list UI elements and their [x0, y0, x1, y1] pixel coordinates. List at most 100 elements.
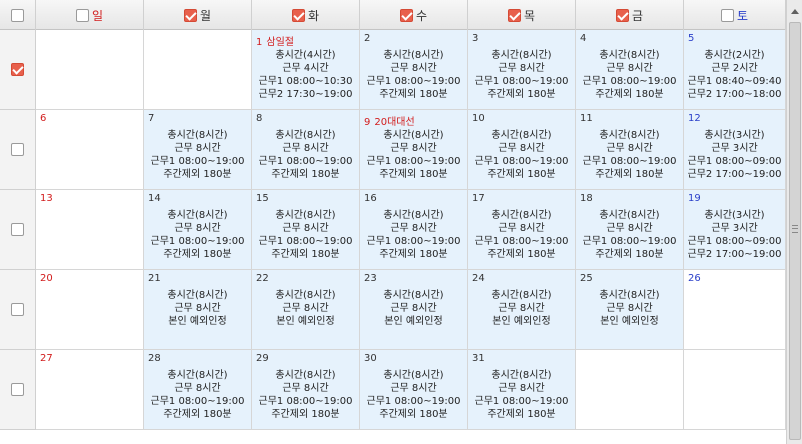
day-cell[interactable]: 9 20대대선 총시간(8시간) 근무 8시간 근무1 08:00~19:00 주간제외 … — [360, 110, 468, 190]
schedule-details: 총시간(8시간) 근무 8시간 본인 예외인정 — [468, 289, 575, 328]
day-number: 12 — [688, 113, 701, 124]
day-header: 18 — [580, 193, 593, 204]
week-row-checkbox[interactable] — [11, 223, 24, 236]
weekday-checkbox[interactable] — [75, 8, 89, 22]
weekday-header-6: 토 — [684, 0, 786, 30]
scroll-up-arrow-icon[interactable] — [788, 1, 802, 21]
day-cell[interactable]: 23 총시간(8시간) 근무 8시간 본인 예외인정 — [360, 270, 468, 350]
day-cell[interactable]: 5 총시간(2시간) 근무 2시간 근무1 08:40~09:40 근무2 17:00~… — [684, 30, 786, 110]
weekday-header-1: 월 — [144, 0, 252, 30]
day-number: 5 — [688, 33, 695, 44]
weekday-checkbox[interactable] — [291, 8, 305, 22]
day-cell[interactable]: 16 총시간(8시간) 근무 8시간 근무1 08:00~19:00 주간제외 180분 — [360, 190, 468, 270]
weekday-checkbox[interactable] — [720, 8, 734, 22]
day-cell[interactable]: 8 총시간(8시간) 근무 8시간 근무1 08:00~19:00 주간제외 180분 — [252, 110, 360, 190]
day-number: 20 — [40, 273, 53, 284]
day-cell[interactable]: 14 총시간(8시간) 근무 8시간 근무1 08:00~19:00 주간제외 180분 — [144, 190, 252, 270]
schedule-line: 주간제외 180분 — [379, 249, 448, 260]
schedule-line: 근무1 08:00~19:00 — [474, 236, 569, 247]
schedule-details: 총시간(8시간) 근무 8시간 근무1 08:00~19:00 주간제외 180분 — [468, 49, 575, 101]
day-cell[interactable]: 19 총시간(3시간) 근무 3시간 근무1 08:00~09:00 근무2 17:00… — [684, 190, 786, 270]
weekday-header-2: 화 — [252, 0, 360, 30]
schedule-line: 근무1 08:00~19:00 — [366, 76, 461, 87]
day-header: 16 — [364, 193, 377, 204]
day-number: 17 — [472, 193, 485, 204]
holiday-name: 삼일절 — [266, 37, 294, 48]
day-cell[interactable]: 7 총시간(8시간) 근무 8시간 근무1 08:00~19:00 주간제외 180분 — [144, 110, 252, 190]
weekday-checkbox[interactable] — [507, 8, 521, 22]
day-header: 4 — [580, 33, 586, 44]
schedule-line: 총시간(8시간) — [599, 290, 660, 301]
day-cell[interactable]: 29 총시간(8시간) 근무 8시간 근무1 08:00~19:00 주간제외 180분 — [252, 350, 360, 430]
day-cell[interactable] — [36, 30, 144, 110]
schedule-line: 근무1 08:00~19:00 — [366, 396, 461, 407]
day-cell[interactable]: 20 — [36, 270, 144, 350]
day-header: 1 삼일절 — [256, 33, 294, 48]
schedule-line: 근무1 08:00~09:00 — [687, 236, 782, 247]
day-cell[interactable] — [144, 30, 252, 110]
select-all-checkbox[interactable] — [11, 8, 24, 22]
scrollbar-thumb[interactable] — [789, 22, 801, 440]
day-number: 10 — [472, 113, 485, 124]
schedule-line: 주간제외 180분 — [487, 249, 556, 260]
day-cell[interactable]: 26 — [684, 270, 786, 350]
day-cell[interactable]: 30 총시간(8시간) 근무 8시간 근무1 08:00~19:00 주간제외 180분 — [360, 350, 468, 430]
day-number: 9 — [364, 117, 371, 128]
day-cell[interactable]: 24 총시간(8시간) 근무 8시간 본인 예외인정 — [468, 270, 576, 350]
schedule-line: 근무 8시간 — [498, 383, 545, 394]
day-cell[interactable]: 12 총시간(3시간) 근무 3시간 근무1 08:00~09:00 근무2 17:00… — [684, 110, 786, 190]
holiday-name: 20대대선 — [374, 117, 415, 128]
day-cell[interactable]: 17 총시간(8시간) 근무 8시간 근무1 08:00~19:00 주간제외 180분 — [468, 190, 576, 270]
day-cell[interactable]: 13 — [36, 190, 144, 270]
day-cell[interactable]: 2 총시간(8시간) 근무 8시간 근무1 08:00~19:00 주간제외 180분 — [360, 30, 468, 110]
schedule-line: 주간제외 180분 — [271, 169, 340, 180]
schedule-line: 근무1 08:00~19:00 — [474, 156, 569, 167]
schedule-details: 총시간(8시간) 근무 8시간 근무1 08:00~19:00 주간제외 180분 — [360, 49, 467, 101]
day-cell[interactable] — [684, 350, 786, 430]
vertical-scrollbar[interactable] — [786, 0, 802, 444]
day-number: 31 — [472, 353, 485, 364]
schedule-line: 본인 예외인정 — [492, 316, 551, 327]
weekday-checkbox[interactable] — [183, 8, 197, 22]
schedule-line: 근무1 08:00~19:00 — [474, 76, 569, 87]
day-cell[interactable]: 18 총시간(8시간) 근무 8시간 근무1 08:00~19:00 주간제외 180분 — [576, 190, 684, 270]
day-header: 26 — [688, 273, 701, 284]
day-cell[interactable]: 10 총시간(8시간) 근무 8시간 근무1 08:00~19:00 주간제외 180분 — [468, 110, 576, 190]
weekday-checkbox[interactable] — [399, 8, 413, 22]
schedule-line: 총시간(8시간) — [383, 370, 444, 381]
schedule-line: 근무 8시간 — [498, 223, 545, 234]
schedule-line: 본인 예외인정 — [276, 316, 335, 327]
day-cell[interactable]: 3 총시간(8시간) 근무 8시간 근무1 08:00~19:00 주간제외 180분 — [468, 30, 576, 110]
week-row-checkbox[interactable] — [11, 383, 24, 396]
day-header: 10 — [472, 113, 485, 124]
day-cell[interactable]: 21 총시간(8시간) 근무 8시간 본인 예외인정 — [144, 270, 252, 350]
day-number: 19 — [688, 193, 701, 204]
schedule-line: 총시간(4시간) — [275, 50, 336, 61]
day-cell[interactable]: 15 총시간(8시간) 근무 8시간 근무1 08:00~19:00 주간제외 180분 — [252, 190, 360, 270]
schedule-line: 총시간(3시간) — [704, 210, 765, 221]
week-row-checkbox[interactable] — [11, 63, 24, 76]
schedule-line: 근무1 08:00~19:00 — [582, 236, 677, 247]
day-number: 18 — [580, 193, 593, 204]
weekday-checkbox[interactable] — [615, 8, 629, 22]
week-row-checkbox[interactable] — [11, 143, 24, 156]
schedule-line: 총시간(8시간) — [383, 50, 444, 61]
schedule-line: 근무 8시간 — [390, 383, 437, 394]
day-cell[interactable]: 28 총시간(8시간) 근무 8시간 근무1 08:00~19:00 주간제외 180분 — [144, 350, 252, 430]
day-cell[interactable]: 22 총시간(8시간) 근무 8시간 본인 예외인정 — [252, 270, 360, 350]
day-cell[interactable]: 11 총시간(8시간) 근무 8시간 근무1 08:00~19:00 주간제외 180분 — [576, 110, 684, 190]
schedule-details: 총시간(8시간) 근무 8시간 근무1 08:00~19:00 주간제외 180분 — [468, 129, 575, 181]
day-cell[interactable]: 1 삼일절 총시간(4시간) 근무 4시간 근무1 08:00~10:30 근무2 17:… — [252, 30, 360, 110]
day-cell[interactable]: 6 — [36, 110, 144, 190]
day-number: 22 — [256, 273, 269, 284]
day-cell[interactable] — [576, 350, 684, 430]
schedule-line: 주간제외 180분 — [487, 89, 556, 100]
week-row-checkbox[interactable] — [11, 303, 24, 316]
schedule-line: 총시간(8시간) — [275, 370, 336, 381]
day-cell[interactable]: 4 총시간(8시간) 근무 8시간 근무1 08:00~19:00 주간제외 180분 — [576, 30, 684, 110]
weekday-label: 금 — [631, 8, 644, 23]
day-cell[interactable]: 25 총시간(8시간) 근무 8시간 본인 예외인정 — [576, 270, 684, 350]
day-cell[interactable]: 31 총시간(8시간) 근무 8시간 근무1 08:00~19:00 주간제외 180분 — [468, 350, 576, 430]
day-cell[interactable]: 27 — [36, 350, 144, 430]
schedule-line: 근무 8시간 — [174, 223, 221, 234]
